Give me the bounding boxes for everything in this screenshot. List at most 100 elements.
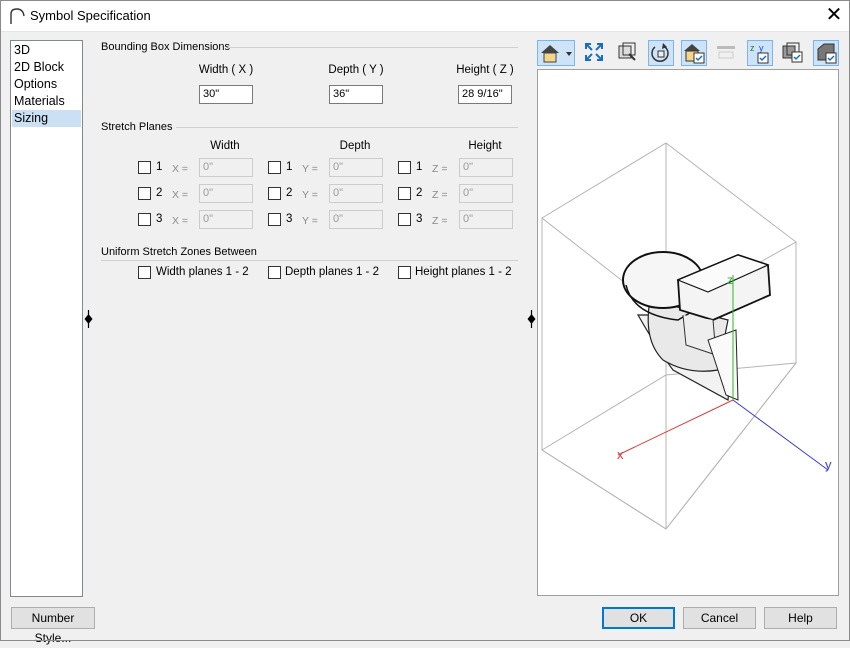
width-plane-3-input[interactable]: 0" (199, 210, 253, 229)
cancel-button[interactable]: Cancel (683, 607, 756, 629)
depth-planes-zone-label: Depth planes 1 - 2 (285, 266, 379, 278)
x-equals-label: X = (172, 215, 189, 227)
nav-item-3d[interactable]: 3D (12, 42, 81, 59)
z-equals-label: Z = (432, 215, 448, 227)
window-title: Symbol Specification (30, 8, 151, 23)
right-splitter-handle[interactable] (527, 310, 536, 328)
fill-window-icon (585, 43, 603, 61)
width-plane-2-checkbox[interactable] (138, 187, 151, 200)
width-plane-1-input[interactable]: 0" (199, 158, 253, 177)
height-plane-3-input[interactable]: 0" (459, 210, 513, 229)
x-axis-label: x (617, 447, 624, 462)
orthographic-button[interactable] (813, 40, 839, 66)
left-splitter-handle[interactable] (84, 310, 93, 328)
height-plane-2-input[interactable]: 0" (459, 184, 513, 203)
svg-text:y: y (759, 43, 764, 53)
height-plane-2-checkbox[interactable] (398, 187, 411, 200)
row-number: 1 (286, 161, 293, 173)
depth-plane-3-checkbox[interactable] (268, 213, 281, 226)
rotate-view-icon (651, 43, 669, 62)
symbol-origin-icon (684, 44, 705, 64)
nav-item-materials[interactable]: Materials (12, 93, 81, 110)
width-planes-zone-checkbox[interactable] (138, 266, 151, 279)
x-equals-label: X = (172, 163, 189, 175)
nav-item-sizing[interactable]: Sizing (12, 110, 81, 127)
bbox-width-input[interactable]: 30" (199, 85, 253, 104)
toilet-model (622, 251, 771, 401)
depth-plane-3-input[interactable]: 0" (329, 210, 383, 229)
bounding-box-button[interactable] (780, 40, 806, 66)
bbox-width-label: Width ( X ) (198, 64, 254, 76)
y-axis-label: y (825, 457, 832, 472)
group-divider (228, 47, 518, 48)
y-equals-label: Y = (302, 215, 318, 227)
depth-plane-2-checkbox[interactable] (268, 187, 281, 200)
depth-plane-1-input[interactable]: 0" (329, 158, 383, 177)
row-number: 1 (416, 161, 423, 173)
width-plane-2-input[interactable]: 0" (199, 184, 253, 203)
close-icon: ✕ (825, 4, 843, 26)
stretch-planes-group-label: Stretch Planes (101, 121, 173, 133)
ok-button[interactable]: OK (602, 607, 675, 629)
stretch-plane-icon (717, 46, 735, 59)
group-divider (176, 127, 518, 128)
symbol-origin-button[interactable] (681, 40, 707, 66)
bbox-height-input[interactable]: 28 9/16" (458, 85, 512, 104)
nav-item-2d-block[interactable]: 2D Block (12, 59, 81, 76)
bbox-depth-label: Depth ( Y ) (328, 64, 384, 76)
height-plane-3-checkbox[interactable] (398, 213, 411, 226)
bounding-box-group-label: Bounding Box Dimensions (101, 41, 231, 53)
width-planes-zone-label: Width planes 1 - 2 (156, 266, 249, 278)
bbox-depth-input[interactable]: 36" (329, 85, 383, 104)
number-style-button[interactable]: Number Style... (11, 607, 95, 645)
stretch-depth-header: Depth (339, 140, 371, 152)
row-number: 3 (156, 213, 163, 225)
rotate-view-button[interactable] (648, 40, 674, 66)
axes-toggle-button[interactable]: zy (747, 40, 773, 66)
y-equals-label: Y = (302, 163, 318, 175)
depth-plane-2-input[interactable]: 0" (329, 184, 383, 203)
z-equals-label: Z = (432, 163, 448, 175)
camera-view-icon (618, 42, 636, 61)
z-equals-label: Z = (432, 189, 448, 201)
app-icon (10, 8, 25, 24)
row-number: 2 (156, 187, 163, 199)
y-equals-label: Y = (302, 189, 318, 201)
height-plane-1-input[interactable]: 0" (459, 158, 513, 177)
uniform-zones-group-label: Uniform Stretch Zones Between (101, 246, 257, 258)
toilet-3d-preview: z x y (541, 142, 832, 530)
help-button[interactable]: Help (764, 607, 837, 629)
depth-plane-1-checkbox[interactable] (268, 161, 281, 174)
fill-window-button[interactable] (582, 40, 608, 66)
stretch-plane-button[interactable] (714, 40, 740, 66)
z-axis-label: z (727, 273, 733, 287)
height-plane-1-checkbox[interactable] (398, 161, 411, 174)
render-mode-icon (541, 45, 572, 63)
stretch-width-header: Width (210, 140, 240, 152)
row-number: 2 (286, 187, 293, 199)
3d-preview-viewport[interactable]: z x y (537, 69, 839, 596)
orthographic-icon (817, 43, 837, 64)
category-list[interactable]: 3D 2D Block Options Materials Sizing (10, 40, 83, 597)
axes-toggle-icon: zy (750, 43, 769, 64)
width-plane-1-checkbox[interactable] (138, 161, 151, 174)
stretch-height-header: Height (468, 140, 502, 152)
title-bar: Symbol Specification ✕ (0, 0, 850, 32)
svg-text:z: z (750, 43, 755, 53)
close-button[interactable]: ✕ (818, 2, 850, 29)
height-planes-zone-checkbox[interactable] (398, 266, 411, 279)
depth-planes-zone-checkbox[interactable] (268, 266, 281, 279)
bounding-box-icon (782, 42, 803, 63)
row-number: 1 (156, 161, 163, 173)
render-mode-button[interactable] (537, 40, 575, 66)
bbox-height-label: Height ( Z ) (456, 64, 514, 76)
group-divider (101, 260, 518, 261)
x-equals-label: X = (172, 189, 189, 201)
camera-view-button[interactable] (615, 40, 641, 66)
width-plane-3-checkbox[interactable] (138, 213, 151, 226)
row-number: 3 (286, 213, 293, 225)
nav-item-options[interactable]: Options (12, 76, 81, 93)
row-number: 2 (416, 187, 423, 199)
height-planes-zone-label: Height planes 1 - 2 (415, 266, 512, 278)
row-number: 3 (416, 213, 423, 225)
